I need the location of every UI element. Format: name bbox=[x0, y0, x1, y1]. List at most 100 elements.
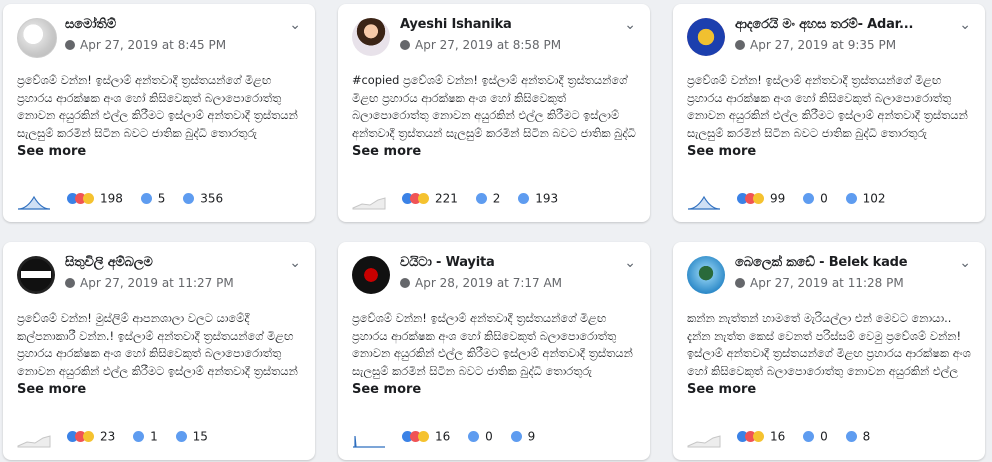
chevron-down-icon[interactable]: ⌄ bbox=[959, 17, 971, 33]
post-date[interactable]: Apr 27, 2019 at 11:27 PM bbox=[80, 276, 234, 290]
engagement-sparkline bbox=[17, 195, 51, 210]
stats-row: 16 0 9 bbox=[402, 429, 535, 444]
share-icon bbox=[845, 431, 857, 442]
sparkline-path bbox=[687, 435, 721, 448]
engagement-sparkline bbox=[687, 435, 721, 448]
sparkline-path bbox=[17, 195, 51, 210]
comment-icon bbox=[803, 431, 815, 442]
sparkline-path bbox=[352, 197, 386, 210]
comments-count[interactable]: 0 bbox=[820, 430, 828, 444]
post-stats: 221 2 193 bbox=[352, 190, 636, 212]
globe-icon bbox=[65, 278, 75, 288]
comments-count[interactable]: 1 bbox=[150, 430, 158, 444]
post-date[interactable]: Apr 27, 2019 at 8:45 PM bbox=[80, 38, 226, 52]
post-timestamp[interactable]: Apr 27, 2019 at 8:45 PM bbox=[65, 38, 226, 52]
chevron-down-icon[interactable]: ⌄ bbox=[624, 17, 636, 33]
share-icon bbox=[845, 193, 857, 204]
post-date[interactable]: Apr 27, 2019 at 11:28 PM bbox=[750, 276, 904, 290]
engagement-sparkline bbox=[352, 197, 386, 210]
post-card: Ayeshi Ishanika Apr 27, 2019 at 8:58 PM … bbox=[338, 4, 650, 222]
post-text: #copied ප්‍රවේශම් වන්න! ඉස්ලාම් අන්තවාදී… bbox=[352, 73, 636, 140]
page-avatar[interactable] bbox=[352, 18, 390, 56]
chevron-down-icon[interactable]: ⌄ bbox=[959, 255, 971, 271]
page-name[interactable]: වයිටා - Wayita bbox=[400, 255, 495, 270]
reactions-count[interactable]: 99 bbox=[770, 192, 785, 206]
sparkline-path bbox=[17, 435, 51, 448]
chevron-down-icon[interactable]: ⌄ bbox=[624, 255, 636, 271]
see-more-link[interactable]: See more bbox=[17, 382, 301, 402]
shares-count[interactable]: 8 bbox=[863, 430, 871, 444]
page-avatar[interactable] bbox=[17, 256, 55, 294]
see-more-link[interactable]: See more bbox=[352, 382, 636, 402]
comments-count[interactable]: 2 bbox=[493, 192, 501, 206]
page-avatar[interactable] bbox=[352, 256, 390, 294]
post-timestamp[interactable]: Apr 27, 2019 at 11:28 PM bbox=[735, 276, 904, 290]
see-more-link[interactable]: See more bbox=[17, 144, 301, 164]
post-header: බෙලෙක් කඩේ - Belek kade Apr 27, 2019 at … bbox=[687, 254, 971, 298]
shares-count[interactable]: 9 bbox=[528, 430, 536, 444]
shares-count[interactable]: 102 bbox=[863, 192, 886, 206]
page-name[interactable]: Ayeshi Ishanika bbox=[400, 17, 512, 32]
see-more-link[interactable]: See more bbox=[687, 144, 971, 164]
globe-icon bbox=[65, 40, 75, 50]
comments-count[interactable]: 5 bbox=[158, 192, 166, 206]
post-stats: 23 1 15 bbox=[17, 428, 301, 450]
page-name[interactable]: බෙලෙක් කඩේ - Belek kade bbox=[735, 255, 907, 270]
see-more-link[interactable]: See more bbox=[687, 382, 971, 402]
stats-row: 16 0 8 bbox=[737, 429, 870, 444]
page-avatar[interactable] bbox=[687, 256, 725, 294]
stats-row: 99 0 102 bbox=[737, 191, 885, 206]
share-icon bbox=[175, 431, 187, 442]
reactions-count[interactable]: 221 bbox=[435, 192, 458, 206]
engagement-sparkline bbox=[353, 435, 385, 448]
shares-count[interactable]: 356 bbox=[200, 192, 223, 206]
haha-reaction-icon bbox=[83, 431, 94, 442]
chevron-down-icon[interactable]: ⌄ bbox=[289, 255, 301, 271]
avatar-logo-band bbox=[21, 271, 51, 278]
comment-icon bbox=[133, 431, 145, 442]
stats-row: 23 1 15 bbox=[67, 429, 208, 444]
post-header: ආදරෙයි මං අහස තරම්- Adar... Apr 27, 2019… bbox=[687, 16, 971, 60]
post-header: වයිටා - Wayita Apr 28, 2019 at 7:17 AM ⌄ bbox=[352, 254, 636, 298]
chevron-down-icon[interactable]: ⌄ bbox=[289, 17, 301, 33]
engagement-sparkline bbox=[17, 435, 51, 448]
reactions-count[interactable]: 198 bbox=[100, 192, 123, 206]
comment-icon bbox=[468, 431, 480, 442]
post-date[interactable]: Apr 27, 2019 at 8:58 PM bbox=[415, 38, 561, 52]
page-avatar[interactable] bbox=[17, 18, 57, 58]
post-date[interactable]: Apr 28, 2019 at 7:17 AM bbox=[415, 276, 562, 290]
post-timestamp[interactable]: Apr 27, 2019 at 9:35 PM bbox=[735, 38, 896, 52]
haha-reaction-icon bbox=[753, 193, 764, 204]
sparkline-path bbox=[687, 195, 721, 210]
page-avatar[interactable] bbox=[687, 18, 725, 56]
globe-icon bbox=[400, 278, 410, 288]
page-name[interactable]: සිතුවිලි අම්බලම bbox=[65, 255, 153, 270]
reactions-count[interactable]: 16 bbox=[770, 430, 785, 444]
post-stats: 99 0 102 bbox=[687, 190, 971, 212]
post-timestamp[interactable]: Apr 28, 2019 at 7:17 AM bbox=[400, 276, 562, 290]
page-name[interactable]: සමෝතිම් bbox=[65, 17, 116, 32]
post-header: සිතුවිලි අම්බලම Apr 27, 2019 at 11:27 PM… bbox=[17, 254, 301, 298]
post-card: ආදරෙයි මං අහස තරම්- Adar... Apr 27, 2019… bbox=[673, 4, 985, 222]
post-text: ප්‍රවේශම් වන්න! ඉස්ලාම් අන්තවාදී ත්‍රස්ත… bbox=[17, 73, 298, 140]
post-timestamp[interactable]: Apr 27, 2019 at 11:27 PM bbox=[65, 276, 234, 290]
shares-count[interactable]: 15 bbox=[193, 430, 208, 444]
post-stats: 198 5 356 bbox=[17, 190, 301, 212]
post-timestamp[interactable]: Apr 27, 2019 at 8:58 PM bbox=[400, 38, 561, 52]
shares-count[interactable]: 193 bbox=[535, 192, 558, 206]
post-card: වයිටා - Wayita Apr 28, 2019 at 7:17 AM ⌄… bbox=[338, 242, 650, 460]
page-name[interactable]: ආදරෙයි මං අහස තරම්- Adar... bbox=[735, 17, 913, 32]
comments-count[interactable]: 0 bbox=[820, 192, 828, 206]
comments-count[interactable]: 0 bbox=[485, 430, 493, 444]
reactions-count[interactable]: 16 bbox=[435, 430, 450, 444]
post-date[interactable]: Apr 27, 2019 at 9:35 PM bbox=[750, 38, 896, 52]
reactions-count[interactable]: 23 bbox=[100, 430, 115, 444]
post-card: සිතුවිලි අම්බලම Apr 27, 2019 at 11:27 PM… bbox=[3, 242, 315, 460]
post-text: ප්‍රවේශම් වන්න! මුස්ලිම් ආපනශාලා වලට යාම… bbox=[17, 311, 298, 378]
post-header: Ayeshi Ishanika Apr 27, 2019 at 8:58 PM … bbox=[352, 16, 636, 60]
share-icon bbox=[510, 431, 522, 442]
see-more-link[interactable]: See more bbox=[352, 144, 636, 164]
comment-icon bbox=[475, 193, 487, 204]
haha-reaction-icon bbox=[418, 193, 429, 204]
share-icon bbox=[518, 193, 530, 204]
